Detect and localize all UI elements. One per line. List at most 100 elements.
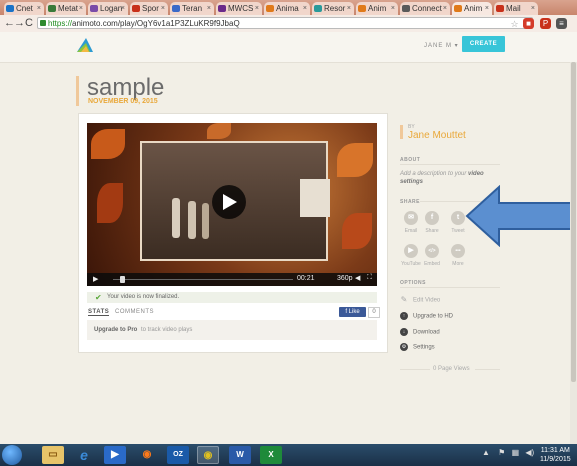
browser-tab[interactable]: MWCS ×	[216, 2, 262, 15]
favicon-icon	[266, 5, 274, 12]
progress-track[interactable]	[113, 279, 293, 280]
divider	[400, 287, 500, 288]
author-name[interactable]: Jane Mouttet	[408, 130, 466, 141]
reload-icon[interactable]: C	[25, 17, 33, 30]
play-small-icon[interactable]: ▶	[93, 275, 98, 283]
favicon-icon	[402, 5, 410, 12]
stats-tabs: STATS COMMENTS f Like 0	[87, 307, 380, 319]
browser-tab[interactable]: Anima ×	[264, 2, 310, 15]
poster-board	[300, 179, 330, 217]
progress-handle[interactable]	[120, 276, 125, 283]
page-scrollbar-thumb[interactable]	[571, 62, 576, 382]
embed-share-icon[interactable]: </>	[425, 244, 439, 258]
firefox-icon[interactable]: ◉	[136, 446, 158, 464]
upgrade-link[interactable]: Upgrade to Pro	[94, 320, 137, 340]
close-icon[interactable]: ×	[255, 2, 259, 15]
pinterest-icon[interactable]: P	[540, 18, 551, 29]
leaf-decoration	[342, 213, 372, 249]
divider	[400, 369, 430, 370]
create-button[interactable]: CREATE	[462, 36, 505, 52]
flag-icon[interactable]: ⚑	[498, 448, 505, 457]
facebook-like-button[interactable]: f Like	[339, 307, 366, 317]
option-upgrade-to-hd[interactable]: ↑ Upgrade to HD	[400, 312, 453, 320]
browser-tab[interactable]: Connect ×	[400, 2, 450, 15]
browser-tab[interactable]: Cnet ×	[4, 2, 44, 15]
chrome-icon[interactable]: ◉	[197, 446, 219, 464]
browser-tab-label: Anim	[464, 4, 483, 13]
volume-icon[interactable]: ◀	[355, 274, 360, 282]
close-icon[interactable]: ×	[531, 2, 535, 15]
video-date: NOVEMBER 09, 2015	[88, 98, 158, 105]
quality-label[interactable]: 360p	[337, 275, 353, 282]
fullscreen-icon[interactable]: ⛶	[367, 274, 372, 282]
close-icon[interactable]: ×	[207, 2, 211, 15]
close-icon[interactable]: ×	[37, 2, 41, 15]
page-views: 0 Page Views	[433, 366, 470, 372]
share-label: Share	[425, 228, 439, 234]
more-share-icon[interactable]: •••	[451, 244, 465, 258]
video-time: 00:21	[297, 275, 315, 282]
facebook-share-icon[interactable]: f	[425, 211, 439, 225]
favicon-icon	[172, 5, 180, 12]
video-controls: ▶ ◀ ⛶	[87, 273, 377, 286]
play-button[interactable]	[212, 185, 246, 219]
pencil-icon: ✎	[400, 295, 408, 304]
tab-stats[interactable]: STATS	[88, 309, 110, 316]
browser-tab[interactable]: Anim ×	[356, 2, 398, 15]
upgrade-banner: Upgrade to Pro to track video plays	[87, 320, 377, 340]
animoto-logo[interactable]	[77, 38, 93, 52]
favicon-icon	[6, 5, 14, 12]
internet-explorer-icon[interactable]: e	[73, 446, 95, 464]
twitter-share-icon[interactable]: t	[451, 211, 465, 225]
browser-tab[interactable]: Resor ×	[312, 2, 354, 15]
excel-icon[interactable]: X	[260, 446, 282, 464]
close-icon[interactable]: ×	[485, 2, 489, 15]
browser-tab[interactable]: Metat ×	[46, 2, 86, 15]
browser-tab[interactable]: Anim ×	[452, 2, 492, 15]
option-label: Upgrade to HD	[413, 313, 454, 320]
menu-icon[interactable]: ≡	[556, 18, 567, 29]
system-clock[interactable]: 11:31 AM 11/9/2015	[540, 446, 571, 464]
person-figure	[172, 198, 180, 238]
speaker-icon[interactable]: ◀)	[525, 448, 534, 457]
browser-tab[interactable]: Spor ×	[130, 2, 168, 15]
outlook-icon[interactable]: OZ	[167, 446, 189, 464]
browser-tab[interactable]: Teran ×	[170, 2, 214, 15]
browser-tab[interactable]: Mail ×	[494, 2, 538, 15]
star-icon[interactable]: ☆	[509, 19, 520, 30]
browser-tab-label: Teran	[182, 4, 203, 13]
close-icon[interactable]: ×	[303, 2, 307, 15]
show-hidden-icon[interactable]: ▲	[482, 448, 490, 457]
close-icon[interactable]: ×	[347, 2, 351, 15]
finalized-status: ✔ Your video is now finalized.	[87, 292, 377, 303]
media-player-icon[interactable]: ▶	[104, 446, 126, 464]
close-icon[interactable]: ×	[391, 2, 395, 15]
option-edit-video[interactable]: ✎ Edit Video	[400, 295, 441, 304]
close-icon[interactable]: ×	[161, 2, 165, 15]
youtube-share-icon[interactable]: ▶	[404, 244, 418, 258]
start-button[interactable]	[2, 445, 22, 465]
option-settings[interactable]: ⚙ Settings	[400, 343, 435, 351]
user-menu[interactable]: JANE M ▾	[424, 42, 459, 49]
folder-icon[interactable]: ▭	[42, 446, 64, 464]
close-icon[interactable]: ×	[121, 2, 125, 15]
address-bar[interactable]: https://animoto.com/play/OgY6v1a1P3ZLuKR…	[37, 17, 533, 29]
tab-comments[interactable]: COMMENTS	[115, 309, 154, 315]
browser-tab-label: Metat	[58, 4, 79, 13]
option-download[interactable]: ↓ Download	[400, 328, 440, 336]
favicon-icon	[358, 5, 366, 12]
leaf-decoration	[337, 143, 373, 177]
title-accent	[76, 76, 79, 106]
option-label: Settings	[413, 344, 435, 351]
browser-tab[interactable]: Logan ×	[88, 2, 128, 15]
close-icon[interactable]: ×	[443, 2, 447, 15]
forward-icon[interactable]: →	[14, 17, 25, 30]
network-icon[interactable]: ▦	[512, 448, 520, 457]
email-share-icon[interactable]: ✉	[404, 211, 418, 225]
browser-tab-label: Logan	[100, 4, 123, 13]
word-icon[interactable]: W	[229, 446, 251, 464]
favicon-icon	[454, 5, 462, 12]
system-tray: ▲ ⚑ ▦ ◀)	[482, 448, 534, 457]
extension-icon[interactable]: ■	[523, 18, 534, 29]
close-icon[interactable]: ×	[79, 2, 83, 15]
